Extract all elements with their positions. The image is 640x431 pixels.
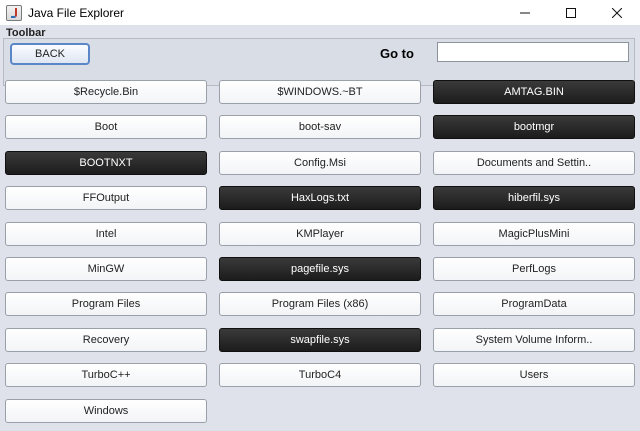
file-button[interactable]: PerfLogs	[433, 256, 635, 281]
title-bar[interactable]: Java File Explorer	[0, 0, 640, 25]
file-button[interactable]: boot-sav	[219, 115, 421, 140]
main-frame: Toolbar BACK Go to $Recycle.Bin $WINDOWS.…	[0, 25, 640, 431]
file-button[interactable]: Program Files	[5, 292, 207, 317]
file-button[interactable]: System Volume Inform..	[433, 327, 635, 352]
file-grid: $Recycle.Bin $WINDOWS.~BT AMTAG.BIN Boot boo…	[5, 80, 635, 423]
file-button[interactable]: Config.Msi	[219, 150, 421, 175]
close-button[interactable]	[594, 0, 640, 25]
file-button[interactable]: Documents and Settin..	[433, 150, 635, 175]
java-app-icon	[6, 4, 22, 21]
file-button[interactable]: Boot	[5, 115, 207, 140]
back-button[interactable]: BACK	[10, 43, 90, 65]
file-button[interactable]: Program Files (x86)	[219, 292, 421, 317]
file-button[interactable]: $Recycle.Bin	[5, 80, 207, 104]
file-button[interactable]: Recovery	[5, 327, 207, 352]
file-button[interactable]: HaxLogs.txt	[219, 186, 421, 211]
maximize-button[interactable]	[548, 0, 594, 25]
maximize-icon	[566, 7, 576, 18]
file-button[interactable]: BOOTNXT	[5, 150, 207, 175]
minimize-button[interactable]	[502, 0, 548, 25]
file-button[interactable]: MagicPlusMini	[433, 221, 635, 246]
file-button[interactable]: KMPlayer	[219, 221, 421, 246]
file-button[interactable]: pagefile.sys	[219, 256, 421, 281]
file-button[interactable]: Windows	[5, 398, 207, 423]
file-button[interactable]: TurboC++	[5, 363, 207, 388]
file-button[interactable]: Users	[433, 363, 635, 388]
file-button[interactable]: swapfile.sys	[219, 327, 421, 352]
file-button[interactable]: TurboC4	[219, 363, 421, 388]
file-button[interactable]: bootmgr	[433, 115, 635, 140]
file-button[interactable]: ProgramData	[433, 292, 635, 317]
minimize-icon	[520, 12, 530, 13]
file-button[interactable]: FFOutput	[5, 186, 207, 211]
file-button[interactable]: MinGW	[5, 256, 207, 281]
window-controls	[502, 0, 640, 25]
close-icon	[612, 7, 622, 18]
file-button[interactable]: AMTAG.BIN	[433, 80, 635, 104]
goto-label: Go to	[380, 46, 414, 61]
goto-input[interactable]	[437, 42, 629, 62]
file-button[interactable]: Intel	[5, 221, 207, 246]
toolbar: BACK Go to	[3, 38, 635, 86]
window-title: Java File Explorer	[28, 5, 125, 20]
file-button[interactable]: $WINDOWS.~BT	[219, 80, 421, 104]
file-button[interactable]: hiberfil.sys	[433, 186, 635, 211]
